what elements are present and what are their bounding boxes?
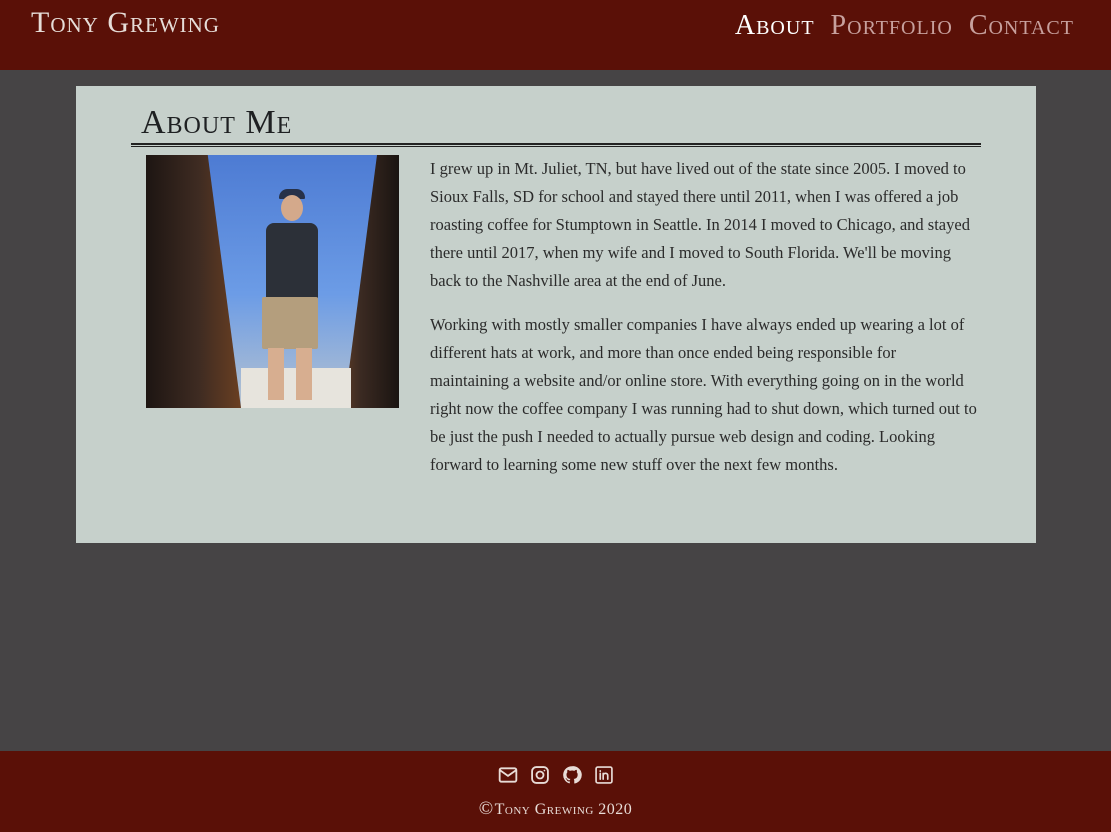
- about-paragraph: I grew up in Mt. Juliet, TN, but have li…: [430, 159, 970, 290]
- photo-boat-hull-right: [344, 155, 399, 408]
- page-title: About Me: [141, 104, 293, 141]
- about-paragraph: Working with mostly smaller companies I …: [430, 315, 977, 474]
- about-card: About Me I grew up in Mt. Juliet, TN, bu…: [76, 86, 1036, 543]
- site-brand[interactable]: Tony Grewing: [31, 6, 220, 40]
- main-nav: About Portfolio Contact: [735, 10, 1074, 42]
- nav-portfolio[interactable]: Portfolio: [831, 10, 953, 42]
- photo-shorts: [262, 297, 318, 349]
- copyright-text: Tony Grewing 2020: [494, 801, 633, 818]
- site-footer: ©Tony Grewing 2020: [0, 751, 1111, 832]
- copyright: ©Tony Grewing 2020: [0, 798, 1111, 820]
- title-divider: [131, 143, 981, 147]
- photo-leg-right: [296, 348, 312, 400]
- instagram-icon[interactable]: [529, 764, 551, 786]
- nav-contact[interactable]: Contact: [969, 10, 1074, 42]
- social-links: [0, 764, 1111, 786]
- photo-head: [281, 195, 303, 221]
- photo-shirt: [266, 223, 318, 299]
- linkedin-icon[interactable]: [593, 764, 615, 786]
- photo-leg-left: [268, 348, 284, 400]
- github-icon[interactable]: [561, 764, 583, 786]
- about-text: I grew up in Mt. Juliet, TN, but have li…: [430, 155, 978, 479]
- copyright-icon: ©: [478, 798, 494, 819]
- nav-about[interactable]: About: [735, 10, 815, 42]
- site-header: Tony Grewing About Portfolio Contact: [0, 0, 1111, 70]
- envelope-icon[interactable]: [497, 764, 519, 786]
- photo-boat-hull-left: [146, 155, 241, 408]
- profile-photo: [146, 155, 399, 408]
